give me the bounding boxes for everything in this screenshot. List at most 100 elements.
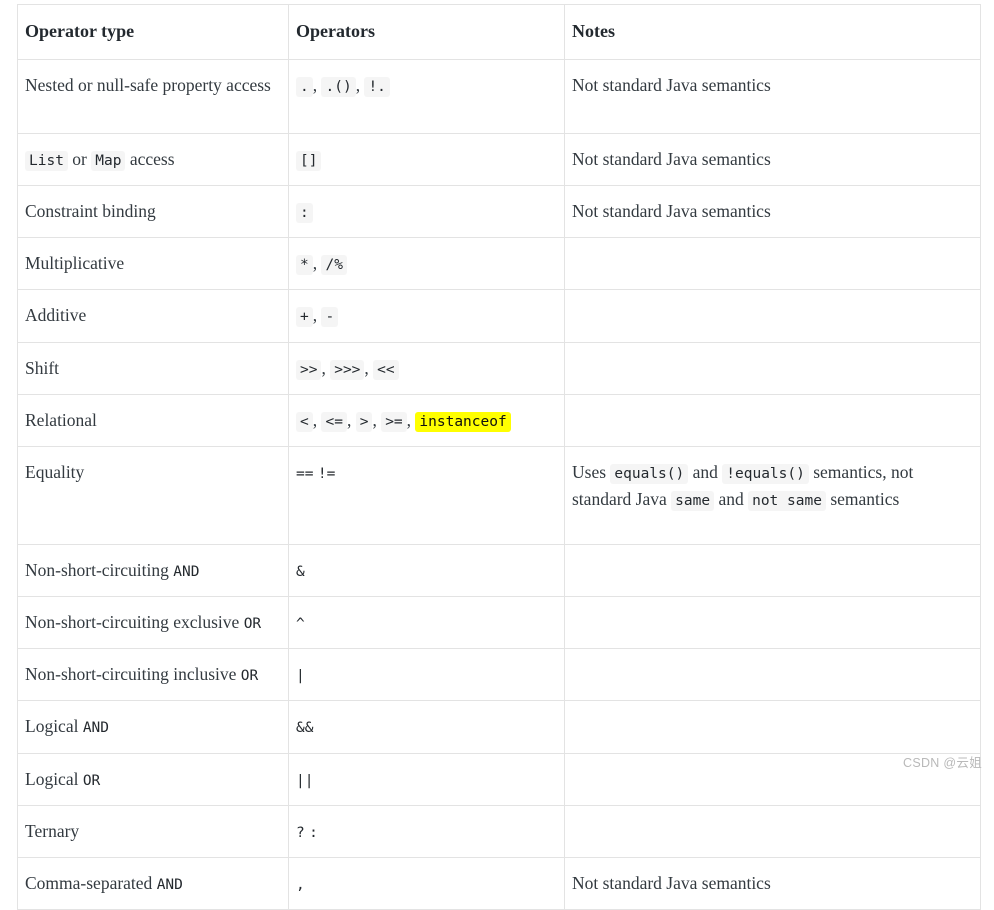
cell-operator-type: Logical AND [17,700,289,754]
table-header-row: Operator type Operators Notes [17,4,981,60]
text-fragment: Nested or null-safe property access [25,74,271,95]
text-fragment: Logical [25,768,83,789]
text-fragment: Uses [572,461,611,482]
text-fragment: Non-short-circuiting exclusive [25,612,244,633]
table-row: Ternary? : [17,804,981,858]
cell-operators: && [288,700,565,754]
cell-notes: Uses equals() and !equals() semantics, n… [564,445,981,546]
text-fragment: Logical [25,716,83,737]
table-row: Logical OR || [17,752,981,806]
code-token: , [296,876,305,893]
cell-operators: ^ [288,596,565,650]
code-token: | [296,668,305,685]
cell-notes [564,393,981,447]
text-fragment: Relational [25,409,97,430]
column-header-operator-type: Operator type [17,4,289,60]
cell-operator-type: Multiplicative [17,237,289,291]
code-token: OR [240,668,259,685]
text-fragment: Additive [25,305,87,326]
code-token: List [25,151,68,172]
code-token: >>> [330,359,365,380]
cell-operator-type: Nested or null-safe property access [17,58,289,135]
text-fragment: Multiplicative [25,253,125,274]
cell-operators: [] [288,133,565,187]
code-token: . [296,76,313,97]
table-row: Non-short-circuiting AND & [17,544,981,598]
cell-notes [564,544,981,598]
code-token: AND [156,876,183,893]
code-token: !equals() [722,463,809,484]
table-row: Equality == != Uses equals() and !equals()… [17,445,981,546]
cell-operator-type: Non-short-circuiting exclusive OR [17,596,289,650]
cell-operator-type: Relational [17,393,289,447]
text-fragment: Comma-separated [25,872,157,893]
cell-operator-type: Ternary [17,804,289,858]
text-fragment: Not standard Java semantics [572,149,771,170]
text-fragment: Not standard Java semantics [572,201,771,222]
cell-notes [564,648,981,702]
text-fragment: Non-short-circuiting inclusive [25,664,241,685]
code-token: same [671,490,715,511]
table-row: Non-short-circuiting exclusive OR ^ [17,596,981,650]
separator: access [125,149,175,170]
code-token: /% [321,255,347,276]
table-row: Constraint binding: Not standard Java sem… [17,185,981,239]
code-token: Map [91,151,126,172]
code-token: - [321,307,339,328]
code-token: ? [296,824,305,841]
code-token: [] [296,151,322,172]
cell-operator-type: List or Map access [17,133,289,187]
code-token: !. [364,76,390,97]
cell-notes [564,237,981,291]
cell-operators: >>, >>>, << [288,341,565,395]
text-fragment: and [688,461,723,482]
text-fragment: Constraint binding [25,201,156,222]
table-body: Nested or null-safe property access ., .(… [17,58,981,910]
cell-operators: & [288,544,565,598]
code-token: == [296,465,314,482]
operator-precedence-table-wrapper: Operator type Operators Notes Nested or … [17,4,981,910]
table-row: Additive +, - [17,289,981,343]
code-token: != [317,465,336,482]
code-token: << [373,359,399,380]
cell-operators: *, /% [288,237,565,291]
column-header-operators: Operators [288,4,565,60]
highlighted-code-token: instanceof [415,411,511,432]
cell-notes: Not standard Java semantics [564,185,981,239]
cell-notes [564,341,981,395]
text-fragment: Shift [25,357,60,378]
code-token: < [296,411,313,432]
cell-operator-type: Shift [17,341,289,395]
code-token: >> [296,359,322,380]
cell-operator-type: Logical OR [17,752,289,806]
cell-operators: +, - [288,289,565,343]
cell-operator-type: Constraint binding [17,185,289,239]
code-token: : [309,824,318,841]
cell-operators: ., .(), !. [288,58,565,135]
code-token: && [296,720,314,737]
separator: , [321,357,331,378]
code-token: : [296,203,313,224]
table-row: Nested or null-safe property access ., .(… [17,58,981,135]
code-token: <= [321,411,347,432]
table-row: Relational <, <=, >, >=, instanceof [17,393,981,447]
table-row: Multiplicative *, /% [17,237,981,291]
cell-operators: : [288,185,565,239]
text-fragment: Not standard Java semantics [572,74,771,95]
cell-notes: Not standard Java semantics [564,133,981,187]
code-token: & [296,564,305,581]
table-row: Comma-separated AND, Not standard Java se… [17,856,981,910]
code-token: AND [173,564,200,581]
cell-operator-type: Additive [17,289,289,343]
table-row: List or Map access [] Not standard Java se… [17,133,981,187]
code-token: > [355,411,373,432]
cell-operator-type: Non-short-circuiting AND [17,544,289,598]
code-token: equals() [610,463,689,484]
cell-operators: <, <=, >, >=, instanceof [288,393,565,447]
code-token: * [296,255,313,276]
cell-operators: ? : [288,804,565,858]
table-row: Shift >>, >>>, << [17,341,981,395]
code-token: OR [82,772,101,789]
cell-operator-type: Equality [17,445,289,546]
code-token: >= [381,411,407,432]
